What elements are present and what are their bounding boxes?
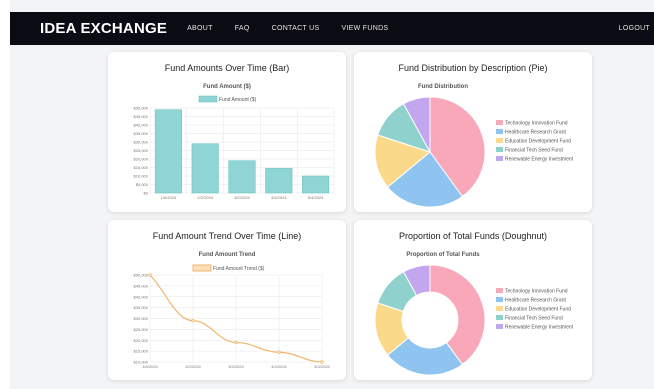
legend-label: Financial Tech Seed Fund xyxy=(505,148,563,154)
legend-swatch xyxy=(496,288,503,293)
y-tick-label: $15,000 xyxy=(134,165,149,170)
y-tick-label: $40,000 xyxy=(134,123,149,128)
logout-link[interactable]: LOGOUT xyxy=(619,25,650,32)
y-tick-label: $45,000 xyxy=(134,283,149,288)
legend-label: Renewable Energy Investment xyxy=(505,325,574,331)
left-rail xyxy=(0,0,10,389)
line-chart: Fund Amount Trend ($)$10,000$15,000$20,0… xyxy=(134,264,331,369)
y-tick-label: $5,000 xyxy=(136,182,149,187)
legend-label: Fund Amount Trend ($) xyxy=(213,266,265,272)
y-tick-label: $35,000 xyxy=(134,131,149,136)
legend-swatch xyxy=(496,129,503,134)
brand-logo[interactable]: IDEA EXCHANGE xyxy=(40,20,167,37)
x-tick-label: 2/2/2024 xyxy=(197,195,213,200)
legend-swatch xyxy=(496,147,503,152)
data-point xyxy=(234,340,238,345)
y-tick-label: $50,000 xyxy=(134,273,149,278)
y-tick-label: $25,000 xyxy=(134,148,149,153)
bar xyxy=(154,109,182,194)
x-tick-label: 4/4/2024 xyxy=(271,195,287,200)
legend-label: Education Development Fund xyxy=(505,307,571,313)
legend-swatch xyxy=(192,264,212,272)
y-tick-label: $25,000 xyxy=(134,327,149,332)
x-tick-label: 5/4/2024 xyxy=(314,364,330,369)
legend-label: Fund Amount ($) xyxy=(219,97,257,103)
line-chart-card: Fund Amount Trend Over Time (Line) Fund … xyxy=(108,220,346,380)
legend-swatch xyxy=(496,324,503,329)
nav-link-view-funds[interactable]: VIEW FUNDS xyxy=(341,25,388,32)
x-tick-label: 2/2/2024 xyxy=(185,364,201,369)
legend-swatch xyxy=(198,95,218,103)
pie-chart-card: Fund Distribution by Description (Pie) F… xyxy=(354,52,592,212)
legend-label: Technology Innovation Fund xyxy=(505,289,568,295)
legend-swatch xyxy=(496,306,503,311)
y-tick-label: $20,000 xyxy=(134,157,149,162)
bar xyxy=(191,143,219,194)
x-tick-label: 3/2/2024 xyxy=(234,195,250,200)
x-tick-label: 1/6/2024 xyxy=(142,364,158,369)
legend-swatch xyxy=(496,120,503,125)
y-tick-label: $0 xyxy=(144,191,149,196)
legend-label: Healthcare Research Grant xyxy=(505,298,566,304)
x-tick-label: 3/2/2024 xyxy=(228,364,244,369)
nav-link-contact-us[interactable]: CONTACT US xyxy=(272,25,320,32)
data-point xyxy=(320,360,324,364)
y-tick-label: $30,000 xyxy=(134,140,149,145)
bar xyxy=(228,160,256,194)
bar xyxy=(265,168,293,194)
data-point xyxy=(191,318,195,323)
legend-label: Education Development Fund xyxy=(505,139,571,145)
legend-swatch xyxy=(496,138,503,143)
y-tick-label: $50,000 xyxy=(134,106,149,111)
y-tick-label: $15,000 xyxy=(134,349,149,354)
data-point xyxy=(277,350,281,354)
x-tick-label: 4/4/2024 xyxy=(271,364,287,369)
x-tick-label: 1/6/2024 xyxy=(161,195,177,200)
pie-chart: Technology Innovation Fund Healthcare Res… xyxy=(374,96,574,208)
y-tick-label: $45,000 xyxy=(134,114,149,119)
doughnut-chart-card: Proportion of Total Funds (Doughnut) Pro… xyxy=(354,220,592,380)
legend-swatch xyxy=(496,315,503,320)
x-tick-label: 5/4/2024 xyxy=(308,195,324,200)
data-point xyxy=(148,273,152,277)
bar-chart-card: Fund Amounts Over Time (Bar) Fund Amount… xyxy=(108,52,346,212)
legend-label: Healthcare Research Grant xyxy=(505,130,566,136)
legend-label: Technology Innovation Fund xyxy=(505,121,568,127)
nav-link-faq[interactable]: FAQ xyxy=(235,25,250,32)
y-tick-label: $10,000 xyxy=(134,174,149,179)
bar xyxy=(302,175,330,194)
legend-swatch xyxy=(496,156,503,161)
nav-links: ABOUT FAQ CONTACT US VIEW FUNDS xyxy=(187,25,410,32)
doughnut-chart: Technology Innovation Fund Healthcare Res… xyxy=(374,264,574,376)
legend-swatch xyxy=(496,297,503,302)
legend-label: Financial Tech Seed Fund xyxy=(505,316,563,322)
y-tick-label: $30,000 xyxy=(134,316,149,321)
nav-link-about[interactable]: ABOUT xyxy=(187,25,213,32)
legend-label: Renewable Energy Investment xyxy=(505,157,574,163)
top-navbar: IDEA EXCHANGE ABOUT FAQ CONTACT US VIEW … xyxy=(10,12,654,45)
bar-chart: Fund Amount ($) $0 $5,000 $10,000 $15,000 $20… xyxy=(134,95,335,200)
y-tick-label: $40,000 xyxy=(134,294,149,299)
y-tick-label: $20,000 xyxy=(134,338,149,343)
y-tick-label: $35,000 xyxy=(134,305,149,310)
